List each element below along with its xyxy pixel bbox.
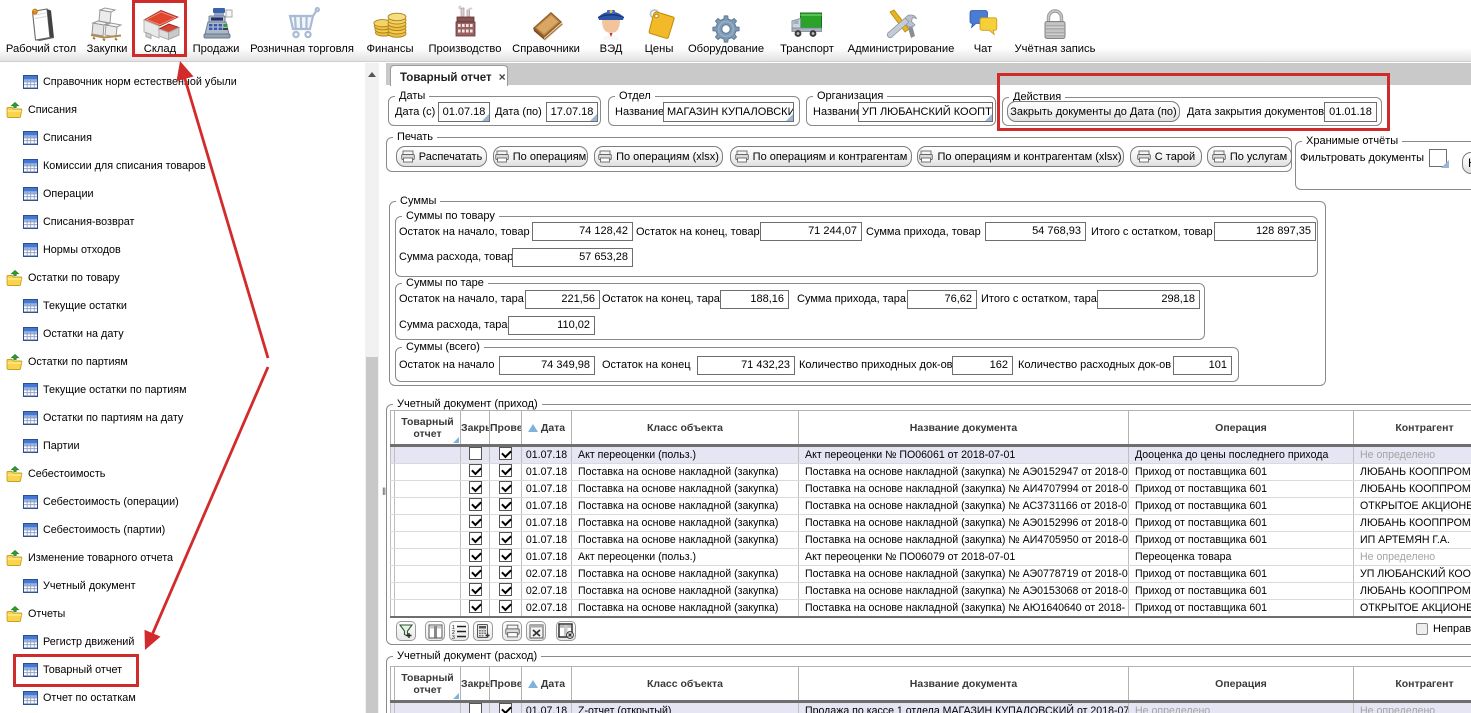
svg-text:3: 3: [452, 635, 455, 639]
